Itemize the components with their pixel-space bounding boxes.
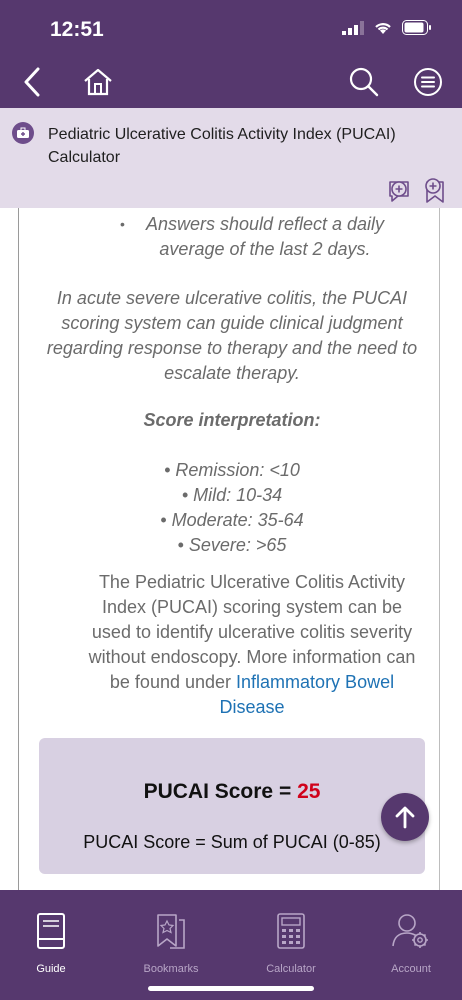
ibd-link[interactable]: Inflammatory Bowel Disease [219,672,394,717]
home-indicator [148,986,314,991]
content-area[interactable]: • Answers should reflect a daily average… [0,208,462,890]
page-title: Pediatric Ulcerative Colitis Activity In… [48,126,396,166]
interpretation-heading: Score interpretation: [143,410,321,430]
add-bookmark-icon[interactable] [420,176,450,204]
medical-bag-icon [12,122,34,144]
tab-label: Calculator [266,963,316,975]
tab-calculator[interactable]: Calculator [241,912,341,975]
tab-label: Bookmarks [143,963,199,975]
add-note-icon[interactable] [386,176,416,204]
search-button[interactable] [344,62,384,102]
left-divider [18,208,19,890]
signal-icon [342,20,364,35]
description-paragraph: The Pediatric Ulcerative Colitis Activit… [82,570,422,720]
tab-account[interactable]: Account [361,912,461,975]
guide-book-icon [37,913,65,949]
status-icons [342,20,432,35]
back-button[interactable] [12,62,52,102]
interpretation-item: • Remission: <10 [164,460,300,480]
scroll-to-top-button[interactable] [381,793,429,841]
menu-circle-icon [414,68,442,96]
calculator-icon [277,913,305,949]
score-result: PUCAI Score = 25 [39,780,425,804]
wifi-icon [375,22,391,34]
status-bar: 12:51 [0,0,462,58]
interpretation-item: • Severe: >65 [177,535,287,555]
title-banner: Pediatric Ulcerative Colitis Activity In… [0,108,462,208]
instruction-text: Answers should reflect a daily average o… [145,214,385,259]
score-value: 25 [297,780,321,803]
search-icon [349,67,379,97]
tab-label: Guide [36,963,66,975]
title-actions [386,176,450,204]
menu-button[interactable] [408,62,448,102]
home-button[interactable] [78,62,118,102]
arrow-up-icon [395,806,415,829]
right-divider [439,208,440,890]
acute-colitis-note: In acute severe ulcerative colitis, the … [46,288,418,383]
nav-bar [0,58,462,108]
chevron-left-icon [24,67,40,97]
tab-bookmarks[interactable]: Bookmarks [121,912,221,975]
tab-label: Account [391,963,431,975]
home-icon [84,68,112,96]
interpretation-list: • Remission: <10 • Mild: 10-34 • Moderat… [60,458,404,558]
account-icon [392,914,428,948]
score-box: PUCAI Score = 25 PUCAI Score = Sum of PU… [39,738,425,874]
battery-icon [402,20,431,35]
interpretation-item: • Mild: 10-34 [181,485,283,505]
interpretation-item: • Moderate: 35-64 [160,510,304,530]
score-label: PUCAI Score = [143,780,298,803]
tab-guide[interactable]: Guide [1,912,101,975]
status-time: 12:51 [50,18,104,41]
bookmarks-icon [157,914,185,949]
tab-bar: Guide Bookmarks Calculator Account [0,890,462,1000]
score-formula: PUCAI Score = Sum of PUCAI (0-85) [83,832,381,852]
